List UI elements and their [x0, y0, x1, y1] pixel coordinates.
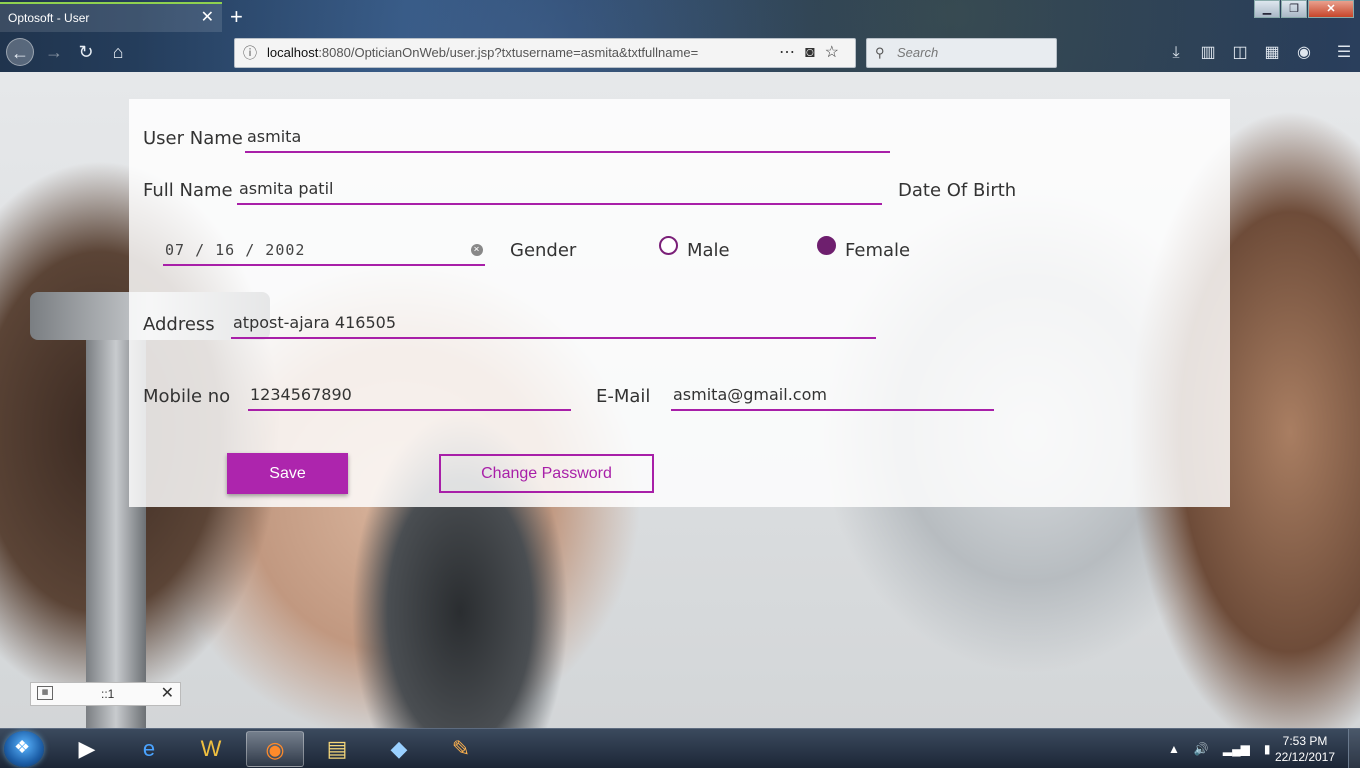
dob-date-input[interactable]: 07 / 16 / 2002 × [163, 236, 485, 266]
fullname-label: Full Name [143, 180, 233, 201]
search-icon: ⚲ [875, 45, 885, 60]
firefox-icon[interactable]: ◉ [246, 731, 304, 767]
popup-text: ::1 [101, 687, 115, 701]
search-box[interactable]: ⚲ Search [866, 38, 1057, 68]
browser-tab[interactable]: Optosoft - User ✕ [0, 2, 222, 32]
user-form-card: User Name asmita Full Name asmita patil … [129, 99, 1230, 507]
paint-icon[interactable]: ✎ [432, 731, 490, 767]
mobile-input[interactable]: 1234567890 [248, 381, 571, 411]
clear-date-icon[interactable]: × [471, 244, 483, 256]
page-background: User Name asmita Full Name asmita patil … [0, 72, 1360, 728]
bookmark-star-icon[interactable]: ☆ [825, 44, 849, 61]
username-label: User Name [143, 128, 243, 149]
email-input[interactable]: asmita@gmail.com [671, 381, 994, 411]
fullname-input[interactable]: asmita patil [237, 175, 882, 205]
dob-value: 07 / 16 / 2002 [165, 241, 306, 259]
toolbar-icons: ⤓ ▥ ◫ ▦ ◉ ☰ [1160, 38, 1360, 68]
gender-male-radio[interactable] [659, 236, 678, 255]
address-input[interactable]: atpost-ajara 416505 [231, 309, 876, 339]
extension-icon[interactable]: ◉ [1288, 38, 1320, 68]
mobile-label: Mobile no [143, 386, 231, 407]
start-button[interactable] [4, 731, 44, 767]
forward-arrow-icon[interactable]: → [40, 38, 68, 66]
network-icon: ▦ [37, 686, 53, 700]
menu-icon[interactable]: ☰ [1328, 38, 1360, 68]
clock-time: 7:53 PM [1282, 734, 1328, 748]
clock-date: 22/12/2017 [1274, 750, 1336, 764]
search-placeholder: Search [897, 45, 939, 60]
notification-popup: ▦ ::1 ✕ [30, 682, 181, 706]
email-label: E-Mail [596, 386, 651, 407]
volume-icon[interactable]: 🔊 [1194, 742, 1209, 756]
more-actions-icon[interactable]: ⋯ [779, 44, 805, 61]
virtualbox-icon[interactable]: ◆ [370, 731, 428, 767]
url-path: :8080/OpticianOnWeb/user.jsp?txtusername… [318, 45, 699, 60]
minimize-button[interactable]: ▁ [1254, 0, 1280, 18]
container-icon[interactable]: ▦ [1256, 38, 1288, 68]
gender-female-radio[interactable] [817, 236, 836, 255]
download-icon[interactable]: ⤓ [1160, 38, 1192, 68]
tab-close-icon[interactable]: ✕ [201, 4, 214, 32]
library-icon[interactable]: ▥ [1192, 38, 1224, 68]
window-controls: ▁ ❐ ✕ [1253, 0, 1354, 18]
tray-arrow-icon[interactable]: ▲ [1168, 742, 1180, 756]
sidebar-icon[interactable]: ◫ [1224, 38, 1256, 68]
popup-close-icon[interactable]: ✕ [161, 683, 174, 705]
address-label: Address [143, 314, 215, 335]
new-tab-button[interactable]: + [230, 4, 243, 30]
signal-icon[interactable]: ▂▄▆ [1223, 742, 1250, 756]
site-info-icon[interactable]: ⓘ [243, 39, 257, 67]
url-host: localhost [267, 45, 319, 60]
show-desktop-button[interactable] [1348, 729, 1360, 768]
username-input[interactable]: asmita [245, 123, 890, 153]
maximize-button[interactable]: ❐ [1281, 0, 1307, 18]
dob-label: Date Of Birth [898, 180, 1017, 201]
gender-male-label: Male [687, 240, 730, 261]
save-button[interactable]: Save [227, 453, 348, 494]
word-icon[interactable]: W [182, 731, 240, 767]
clock[interactable]: 7:53 PM 22/12/2017 [1270, 733, 1340, 765]
back-arrow-icon[interactable]: ← [6, 38, 34, 66]
browser-chrome: Optosoft - User ✕ + ▁ ❐ ✕ ← → ↻ ⌂ ⓘ loca… [0, 0, 1360, 72]
pocket-icon[interactable]: ◙ [805, 44, 825, 61]
internet-explorer-icon[interactable]: e [120, 731, 178, 767]
window-close-button[interactable]: ✕ [1308, 0, 1354, 18]
home-icon[interactable]: ⌂ [104, 38, 132, 66]
system-tray: ▲ 🔊 ▂▄▆ ▮ [1168, 729, 1284, 768]
gender-female-label: Female [845, 240, 911, 261]
change-password-button[interactable]: Change Password [439, 454, 654, 493]
gender-label: Gender [510, 240, 577, 261]
taskbar: ▶ e W ◉ ▤ ◆ ✎ ▲ 🔊 ▂▄▆ ▮ 7:53 PM 22/12/20… [0, 728, 1360, 768]
page-actions: ⋯◙☆ [779, 39, 849, 67]
url-text: localhost:8080/OpticianOnWeb/user.jsp?tx… [267, 39, 772, 67]
address-bar[interactable]: ⓘ localhost:8080/OpticianOnWeb/user.jsp?… [234, 38, 856, 68]
media-player-icon[interactable]: ▶ [58, 731, 116, 767]
file-explorer-icon[interactable]: ▤ [308, 731, 366, 767]
tab-title: Optosoft - User [8, 11, 90, 25]
reload-icon[interactable]: ↻ [72, 38, 100, 66]
